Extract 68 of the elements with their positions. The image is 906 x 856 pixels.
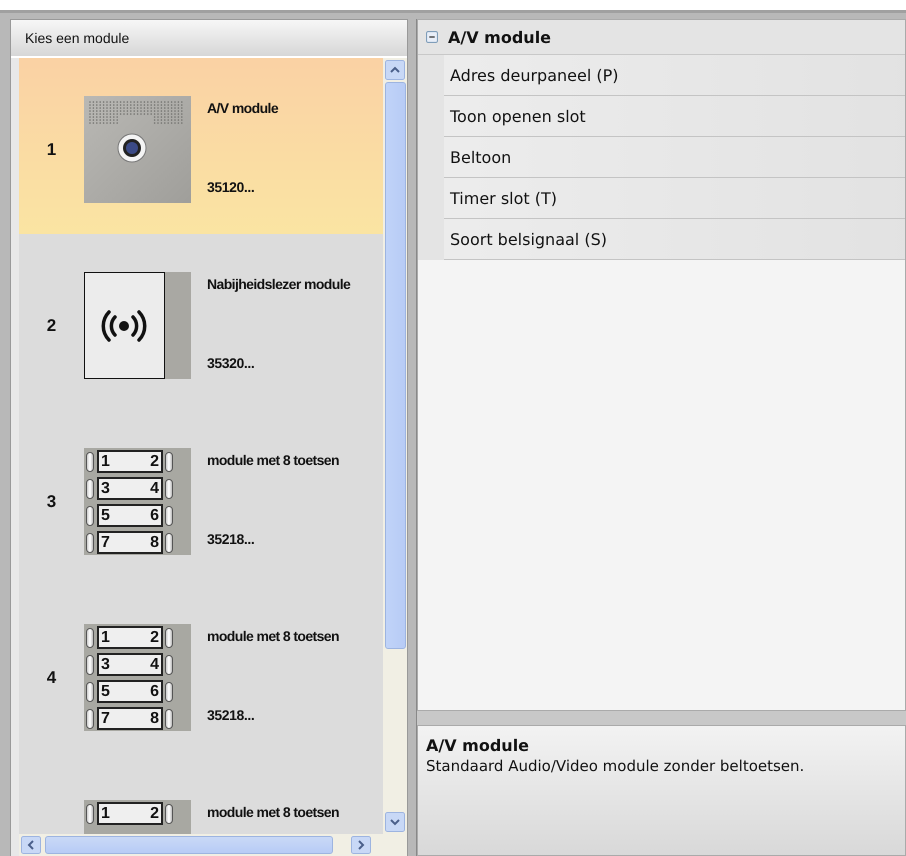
property-name[interactable]: Adres deurpaneel (P) [444, 55, 905, 96]
key-number: 3 [101, 656, 110, 672]
led-icon [165, 682, 173, 702]
led-icon [165, 628, 173, 648]
key-number: 8 [150, 710, 159, 726]
led-icon [86, 654, 94, 674]
item-number: 1 [46, 140, 56, 160]
key-number: 4 [150, 656, 159, 672]
horizontal-scrollbar[interactable] [19, 834, 407, 856]
collapse-icon[interactable] [426, 31, 438, 43]
property-name[interactable]: Soort belsignaal (S) [444, 219, 905, 260]
key-number: 2 [150, 630, 159, 646]
scroll-thumb[interactable] [45, 836, 333, 854]
led-icon [165, 478, 173, 498]
scroll-left-icon[interactable] [21, 836, 41, 854]
led-icon [86, 532, 94, 552]
module-title: Nabijheidslezer module [207, 276, 352, 292]
key-number: 7 [101, 710, 110, 726]
led-icon [165, 654, 173, 674]
vertical-scrollbar[interactable] [383, 58, 407, 834]
scroll-down-icon[interactable] [385, 812, 405, 832]
key-number: 8 [150, 534, 159, 550]
item-number: 3 [46, 492, 56, 512]
led-icon [165, 452, 173, 472]
led-icon [86, 628, 94, 648]
key-number: 6 [150, 684, 159, 700]
key-number: 3 [101, 480, 110, 496]
module-list-item[interactable]: 1 A/V module 35120... [19, 58, 383, 234]
scroll-thumb[interactable] [384, 82, 406, 649]
key-number: 7 [101, 534, 110, 550]
key-number: 4 [150, 480, 159, 496]
property-name[interactable]: Toon openen slot [444, 96, 905, 137]
key-number: 1 [101, 454, 110, 470]
module-title: module met 8 toetsen [207, 452, 340, 468]
scroll-up-icon[interactable] [385, 60, 405, 80]
description-text: Standaard Audio/Video module zonder beltoetsen. [426, 757, 806, 775]
key-number: 2 [150, 454, 159, 470]
module-title: module met 8 toetsen [207, 628, 340, 644]
module-code: 35218... [207, 707, 256, 723]
key-number: 1 [101, 630, 110, 646]
led-icon [165, 506, 173, 526]
module-title: module met 8 toetsen [207, 804, 340, 820]
property-name[interactable]: Beltoon [444, 137, 905, 178]
led-icon [86, 478, 94, 498]
key-number: 5 [101, 508, 110, 524]
led-icon [86, 506, 94, 526]
module-code: 35320... [207, 355, 256, 371]
module-code: 35120... [207, 179, 256, 195]
led-icon [165, 708, 173, 728]
led-icon [165, 804, 173, 824]
scroll-right-icon[interactable] [351, 836, 371, 854]
led-icon [86, 682, 94, 702]
key-number: 2 [150, 806, 159, 822]
key-number: 1 [101, 806, 110, 822]
item-number: 2 [46, 316, 56, 336]
description-title: A/V module [426, 736, 530, 755]
led-icon [86, 452, 94, 472]
led-icon [86, 804, 94, 824]
module-title: A/V module [207, 100, 280, 116]
category-title: A/V module [448, 28, 552, 46]
module-code: 35218... [207, 531, 256, 547]
key-number: 6 [150, 508, 159, 524]
item-number: 4 [46, 668, 56, 688]
property-name[interactable]: Timer slot (T) [444, 178, 905, 219]
key-number: 5 [101, 684, 110, 700]
panel-header: Kies een module [11, 20, 407, 58]
led-icon [86, 708, 94, 728]
led-icon [165, 532, 173, 552]
